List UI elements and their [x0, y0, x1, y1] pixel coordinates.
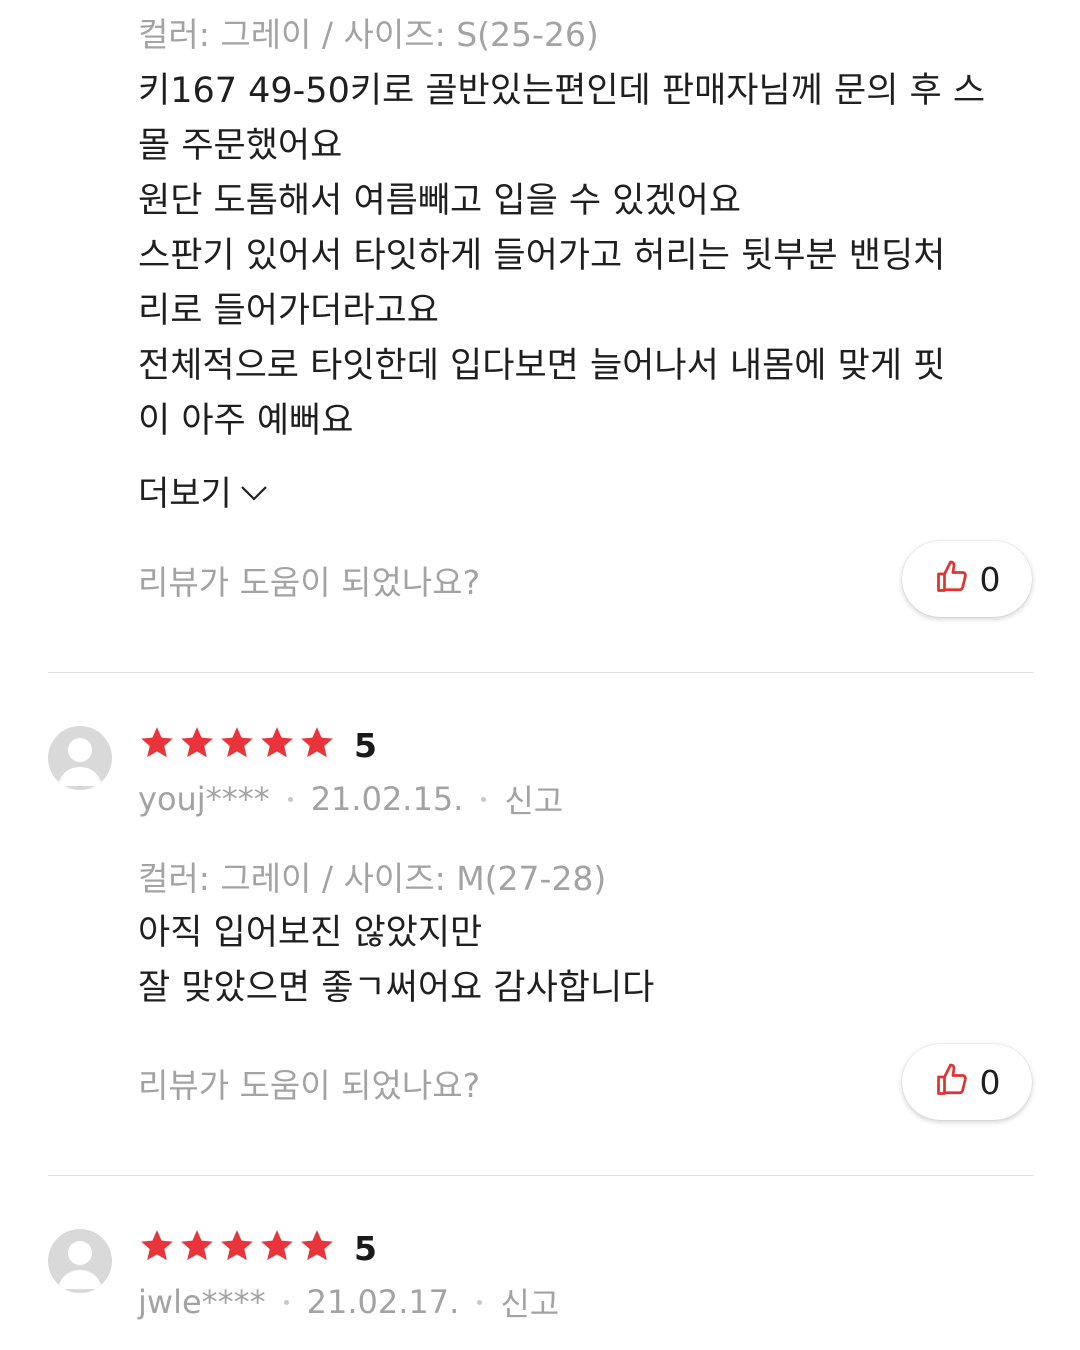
star-icon [258, 1227, 296, 1269]
like-button[interactable]: 0 [902, 1044, 1032, 1120]
report-button[interactable]: 신고 [504, 776, 563, 822]
star-icon [218, 724, 256, 766]
star-icon [298, 724, 336, 766]
review-line: 원단 도톰해서 여름빼고 입을 수 있겠어요 [138, 181, 742, 221]
rating-value: 5 [354, 725, 377, 765]
review-date: 21.02.17. [306, 1283, 460, 1321]
separator-dot [283, 1299, 289, 1305]
star-icon [138, 1227, 176, 1269]
review-option: 컬러: 그레이 / 사이즈: M(27-28) [138, 859, 607, 898]
review-date: 21.02.15. [310, 780, 464, 818]
star-icon [178, 724, 216, 766]
rating-value: 5 [354, 1228, 377, 1268]
review-option: 컬러: 그레이 / 사이즈: S(25-26) [138, 15, 599, 54]
review-body: 아직 입어보진 않았지만 잘 맞았으면 좋ㄱ써어요 감사합니다 [138, 906, 1038, 1016]
review-line: 몰 주문했어요 [138, 126, 343, 166]
review-line: 리로 들어가더라고요 [138, 291, 439, 331]
star-icon [258, 724, 296, 766]
more-label: 더보기 [138, 474, 232, 514]
reviewer-id: jwle**** [138, 1283, 266, 1321]
review-meta: youj**** 21.02.15. 신고 [138, 776, 563, 822]
star-icon [178, 1227, 216, 1269]
more-button[interactable]: 더보기 [138, 466, 268, 515]
star-rating: 5 [138, 1227, 377, 1269]
thumbs-up-icon [934, 559, 970, 599]
thumbs-up-icon [934, 1062, 970, 1102]
chevron-down-icon [240, 471, 268, 511]
default-avatar-icon [48, 726, 112, 790]
review-line: 아직 입어보진 않았지만 [138, 913, 483, 953]
review-line: 잘 맞았으면 좋ㄱ써어요 감사합니다 [138, 968, 655, 1008]
review-line: 이 아주 예뻐요 [138, 401, 354, 441]
review-line: 스판기 있어서 타잇하게 들어가고 허리는 뒷부분 밴딩처 [138, 236, 946, 276]
review-body: 키167 49-50키로 골반있는편인데 판매자님께 문의 후 스 몰 주문했어… [138, 64, 1038, 449]
review-line: 키167 49-50키로 골반있는편인데 판매자님께 문의 후 스 [138, 71, 986, 111]
report-button[interactable]: 신고 [500, 1279, 559, 1325]
like-button[interactable]: 0 [902, 541, 1032, 617]
star-icon [138, 724, 176, 766]
star-icon [218, 1227, 256, 1269]
reviewer-id: youj**** [138, 780, 270, 818]
review-line: 전체적으로 타잇한데 입다보면 늘어나서 내몸에 맞게 핏 [138, 346, 946, 386]
like-count: 0 [979, 1062, 1001, 1102]
separator-dot [477, 1299, 483, 1305]
like-count: 0 [979, 559, 1001, 599]
helpful-question: 리뷰가 도움이 되었나요? [138, 563, 481, 602]
review-divider [48, 672, 1034, 673]
helpful-question: 리뷰가 도움이 되었나요? [138, 1066, 481, 1105]
separator-dot [287, 796, 293, 802]
review-meta: jwle**** 21.02.17. 신고 [138, 1279, 559, 1325]
separator-dot [481, 796, 487, 802]
review-divider [48, 1175, 1034, 1176]
star-rating: 5 [138, 724, 377, 766]
default-avatar-icon [48, 1229, 112, 1293]
star-icon [298, 1227, 336, 1269]
